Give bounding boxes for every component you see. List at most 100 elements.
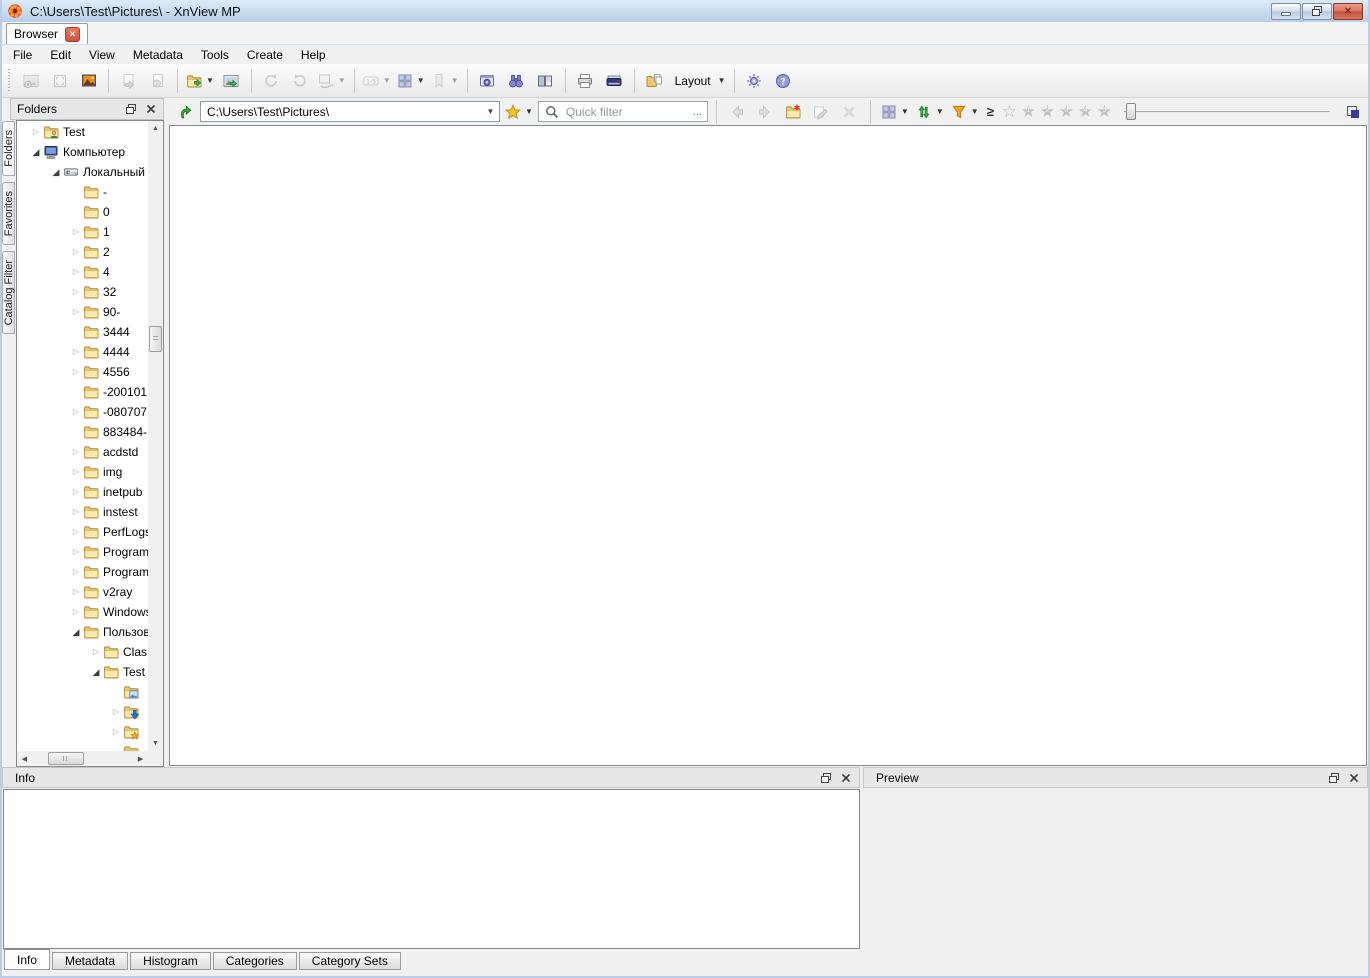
tree-item[interactable]: ▷ — [17, 702, 148, 722]
tree-item-883484-[interactable]: 883484- — [17, 422, 148, 442]
dropdown-arrow-icon[interactable]: ▼ — [338, 76, 346, 85]
tree-item-img[interactable]: ▷ img — [17, 462, 148, 482]
batch-convert-button[interactable] — [641, 67, 668, 94]
rating-star-5[interactable]: ★ 5 — [1095, 101, 1114, 122]
expander-collapsed-icon[interactable]: ▷ — [69, 268, 83, 276]
tree-item-acdstd[interactable]: ▷ acdstd — [17, 442, 148, 462]
layout-button[interactable]: Layout ▼ — [670, 67, 728, 94]
slideshow-button[interactable] — [75, 67, 102, 94]
expander-collapsed-icon[interactable]: ▷ — [69, 308, 83, 316]
browser-content-area[interactable] — [169, 125, 1367, 766]
float-panel-button[interactable] — [816, 769, 835, 786]
settings-button[interactable] — [741, 67, 768, 94]
tree-item-пользов[interactable]: ◢ Пользов — [17, 622, 148, 642]
minimize-button[interactable] — [1271, 2, 1301, 20]
tree-item-локальный[interactable]: ◢ Локальный — [17, 162, 148, 182]
close-panel-button[interactable] — [836, 769, 855, 786]
vertical-scroll-thumb[interactable] — [149, 326, 162, 352]
tree-item-instest[interactable]: ▷ instest — [17, 502, 148, 522]
tree-item--[interactable]: - — [17, 182, 148, 202]
dropdown-arrow-icon[interactable]: ▼ — [206, 76, 214, 85]
bottom-tab-histogram[interactable]: Histogram — [130, 952, 211, 970]
tree-item-perflogs[interactable]: ▷ PerfLogs — [17, 522, 148, 542]
dropdown-arrow-icon[interactable]: ▼ — [525, 107, 533, 116]
tree-item[interactable] — [17, 742, 148, 751]
tab-close-icon[interactable]: ✕ — [65, 26, 81, 42]
transform-button[interactable]: ▼ — [316, 67, 348, 94]
tree-item-clas[interactable]: ▷ Clas — [17, 642, 148, 662]
expander-collapsed-icon[interactable]: ▷ — [69, 548, 83, 556]
print-button[interactable] — [572, 67, 599, 94]
tree-item[interactable] — [17, 682, 148, 702]
dropdown-arrow-icon[interactable]: ▼ — [901, 107, 909, 116]
expander-collapsed-icon[interactable]: ▷ — [109, 728, 123, 736]
tree-item-4[interactable]: ▷ 4 — [17, 262, 148, 282]
restore-button[interactable] — [1302, 2, 1332, 20]
dropdown-arrow-icon[interactable]: ▼ — [936, 107, 944, 116]
thumbnail-size-slider[interactable] — [1123, 101, 1330, 122]
expander-collapsed-icon[interactable]: ▷ — [69, 348, 83, 356]
rating-star-3[interactable]: ★ 3 — [1057, 101, 1076, 122]
help-button[interactable]: ? — [770, 67, 797, 94]
expander-collapsed-icon[interactable]: ▷ — [69, 608, 83, 616]
expander-collapsed-icon[interactable]: ▷ — [69, 228, 83, 236]
favorites-button[interactable]: ▼ — [503, 100, 535, 123]
menu-file[interactable]: File — [4, 47, 41, 63]
expander-collapsed-icon[interactable]: ▷ — [89, 648, 103, 656]
bottom-tab-metadata[interactable]: Metadata — [52, 952, 129, 970]
tab-browser[interactable]: Browser ✕ — [6, 23, 89, 44]
expander-collapsed-icon[interactable]: ▷ — [69, 528, 83, 536]
batch-rename-button[interactable]: 1-5 ▼ — [361, 67, 393, 94]
rating-operator[interactable]: ≥ — [984, 104, 997, 119]
tree-item-1[interactable]: ▷ 1 — [17, 222, 148, 242]
side-tab-favorites[interactable]: Favorites — [2, 181, 15, 245]
horizontal-scroll-thumb[interactable] — [48, 752, 84, 765]
expander-collapsed-icon[interactable]: ▷ — [69, 248, 83, 256]
expander-collapsed-icon[interactable]: ▷ — [29, 128, 43, 136]
search-button[interactable] — [503, 67, 530, 94]
scroll-down-icon[interactable]: ▼ — [148, 736, 163, 751]
dropdown-arrow-icon[interactable]: ▼ — [971, 107, 979, 116]
capture-button[interactable] — [474, 67, 501, 94]
expander-collapsed-icon[interactable]: ▷ — [69, 568, 83, 576]
sort-button[interactable]: ▼ — [914, 100, 946, 123]
toolbar-grip[interactable] — [8, 68, 13, 93]
go-up-button[interactable] — [172, 100, 197, 123]
forward-button[interactable] — [753, 100, 778, 123]
browse-folder-button[interactable] — [218, 67, 245, 94]
dropdown-arrow-icon[interactable]: ▼ — [718, 76, 726, 85]
expander-collapsed-icon[interactable]: ▷ — [69, 288, 83, 296]
expander-expanded-icon[interactable]: ◢ — [89, 667, 103, 677]
rotate-right-button[interactable] — [287, 67, 314, 94]
panel-toggle-button[interactable] — [1340, 100, 1365, 123]
tree-horizontal-scrollbar[interactable]: ◀ ▶ — [17, 751, 148, 766]
rename-button[interactable] — [809, 100, 834, 123]
side-tab-folders[interactable]: Folders — [2, 121, 15, 176]
rating-star-4[interactable]: ★ 4 — [1076, 101, 1095, 122]
tree-item-90-[interactable]: ▷ 90- — [17, 302, 148, 322]
tree-item-4444[interactable]: ▷ 4444 — [17, 342, 148, 362]
rating-star-2[interactable]: ★ 2 — [1038, 101, 1057, 122]
rating-star-none[interactable]: ☆ — [1000, 101, 1019, 122]
scan-button[interactable] — [601, 67, 628, 94]
combobox-arrow-icon[interactable]: ▼ — [482, 107, 499, 116]
slider-thumb[interactable] — [1125, 103, 1136, 120]
filter-more-button[interactable]: ... — [693, 106, 702, 118]
menu-help[interactable]: Help — [292, 47, 335, 63]
close-button[interactable]: ✕ — [1333, 2, 1363, 20]
thumbnail-view-button[interactable]: ▼ — [395, 67, 427, 94]
delete-button[interactable] — [837, 100, 862, 123]
tree-item--080707[interactable]: ▷ -080707 — [17, 402, 148, 422]
menu-view[interactable]: View — [80, 47, 124, 63]
tree-item-program[interactable]: ▷ Program — [17, 562, 148, 582]
tree-item-компьютер[interactable]: ◢ Компьютер — [17, 142, 148, 162]
file-info-button[interactable]: i — [144, 67, 171, 94]
view-mode-button[interactable]: ▼ — [879, 100, 911, 123]
tree-item-test[interactable]: ◢ Test — [17, 662, 148, 682]
tag-button[interactable]: ▼ — [429, 67, 461, 94]
tree-item-3444[interactable]: 3444 — [17, 322, 148, 342]
float-panel-button[interactable] — [121, 101, 140, 118]
expander-collapsed-icon[interactable]: ▷ — [69, 408, 83, 416]
rating-filter-button[interactable]: ▼ — [949, 100, 981, 123]
rotate-left-button[interactable] — [258, 67, 285, 94]
